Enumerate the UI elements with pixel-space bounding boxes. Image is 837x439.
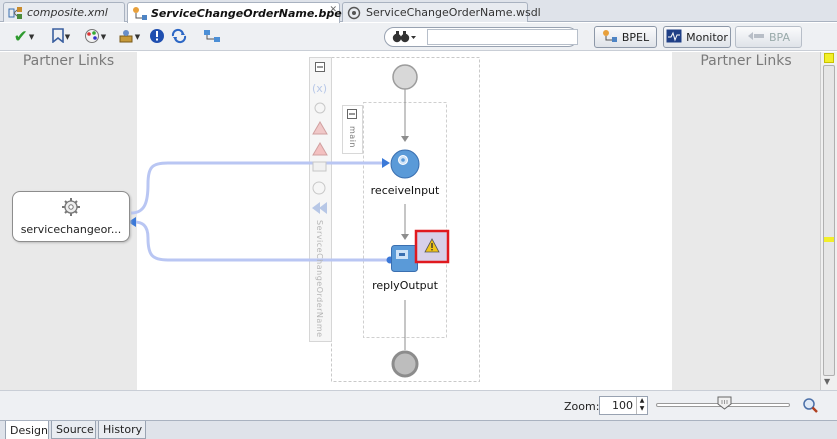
close-icon[interactable]: ✕ <box>329 5 337 15</box>
binoculars-icon[interactable] <box>391 29 417 48</box>
refresh-button[interactable] <box>169 27 189 47</box>
layout-button[interactable] <box>202 27 222 47</box>
process-name-vertical: ServiceChangeOrderName <box>315 220 324 338</box>
bookmark-button[interactable]: ▼ <box>46 27 76 47</box>
tab-wsdl[interactable]: ServiceChangeOrderName.wsdl <box>342 2 541 22</box>
receive-link-arrow <box>382 158 390 168</box>
tab-composite-xml[interactable]: composite.xml <box>3 2 125 22</box>
info-button[interactable] <box>148 27 166 47</box>
scroll-down-arrow[interactable]: ▼ <box>824 377 830 386</box>
receive-link-line <box>130 161 384 215</box>
zoom-bar: Zoom: 100 ▲ ▼ <box>0 390 837 420</box>
view-tabs: Design Source History <box>0 420 837 439</box>
tab-label: ServiceChangeOrderName.wsdl <box>366 6 541 19</box>
tab-bpel[interactable]: ServiceChangeOrderName.bpel ✕ <box>127 2 345 23</box>
tab-history[interactable]: History <box>98 421 146 439</box>
bpel-icon <box>602 29 618 46</box>
partner-link-node[interactable]: servicechangeor... <box>12 191 130 242</box>
bpel-button-label: BPEL <box>621 30 650 44</box>
flow-arrow <box>401 136 409 142</box>
zoom-spinner[interactable]: 100 ▲ ▼ <box>599 396 648 415</box>
warning-marker[interactable] <box>824 53 834 63</box>
warning-marker[interactable] <box>824 237 834 242</box>
validate-button[interactable]: ✔ ▼ <box>6 27 42 47</box>
bpel-editor-window: composite.xml ServiceChangeOrderName.bpe… <box>0 0 837 439</box>
bookmark-icon <box>51 28 64 46</box>
bpa-view-button[interactable]: BPA <box>735 26 802 48</box>
zoom-label: Zoom: <box>564 400 600 413</box>
monitor-button-label: Monitor <box>686 30 728 44</box>
reply-activity-label[interactable]: replyOutput <box>365 279 445 292</box>
deploy-button[interactable]: ▼ <box>114 27 144 47</box>
search-box <box>384 27 578 47</box>
monitor-view-button[interactable]: Monitor <box>663 26 731 48</box>
vertical-scrollbar[interactable]: ▲ ▼ <box>820 52 837 390</box>
editor-tab-strip: composite.xml ServiceChangeOrderName.bpe… <box>0 0 837 23</box>
service-gear-icon <box>61 197 81 220</box>
end-node <box>391 350 419 378</box>
checkmark-icon: ✔ <box>13 27 28 47</box>
run-config-button[interactable]: ▼ <box>80 27 110 47</box>
start-node <box>392 64 418 90</box>
spinner-arrows-icon[interactable]: ▲ ▼ <box>636 397 647 414</box>
search-input[interactable] <box>427 29 578 45</box>
event-handler-icon <box>312 161 327 172</box>
tab-source[interactable]: Source <box>51 421 96 439</box>
tab-label: ServiceChangeOrderName.bpel <box>151 6 346 20</box>
zoom-value[interactable]: 100 <box>600 399 636 412</box>
scroll-thumb[interactable] <box>823 65 835 376</box>
zoom-slider-thumb[interactable] <box>717 396 732 410</box>
flow-arrow <box>401 234 409 240</box>
bpel-process-icon <box>132 6 148 20</box>
tab-design[interactable]: Design <box>5 421 49 439</box>
partner-link-label: servicechangeor... <box>20 223 122 236</box>
deploy-icon <box>118 28 134 47</box>
bpel-view-button[interactable]: BPEL <box>594 26 657 48</box>
variables-icon: (x) <box>312 82 327 95</box>
tab-label: composite.xml <box>27 6 108 19</box>
layout-icon <box>203 28 221 47</box>
reply-link-line <box>133 220 390 262</box>
wsdl-icon <box>347 6 363 20</box>
bpel-design-canvas[interactable]: Partner Links Partner Links (x) main Ser… <box>0 52 820 390</box>
monitor-icon <box>666 29 682 46</box>
receive-activity-label[interactable]: receiveInput <box>365 184 445 197</box>
palette-icon <box>84 28 100 47</box>
composite-icon <box>8 6 24 20</box>
bpa-button-label: BPA <box>768 30 790 44</box>
zoom-fit-icon[interactable] <box>802 397 820 416</box>
info-icon <box>149 28 165 47</box>
scope-name: main <box>348 126 357 148</box>
refresh-icon <box>170 28 188 47</box>
bpa-icon <box>747 29 765 46</box>
